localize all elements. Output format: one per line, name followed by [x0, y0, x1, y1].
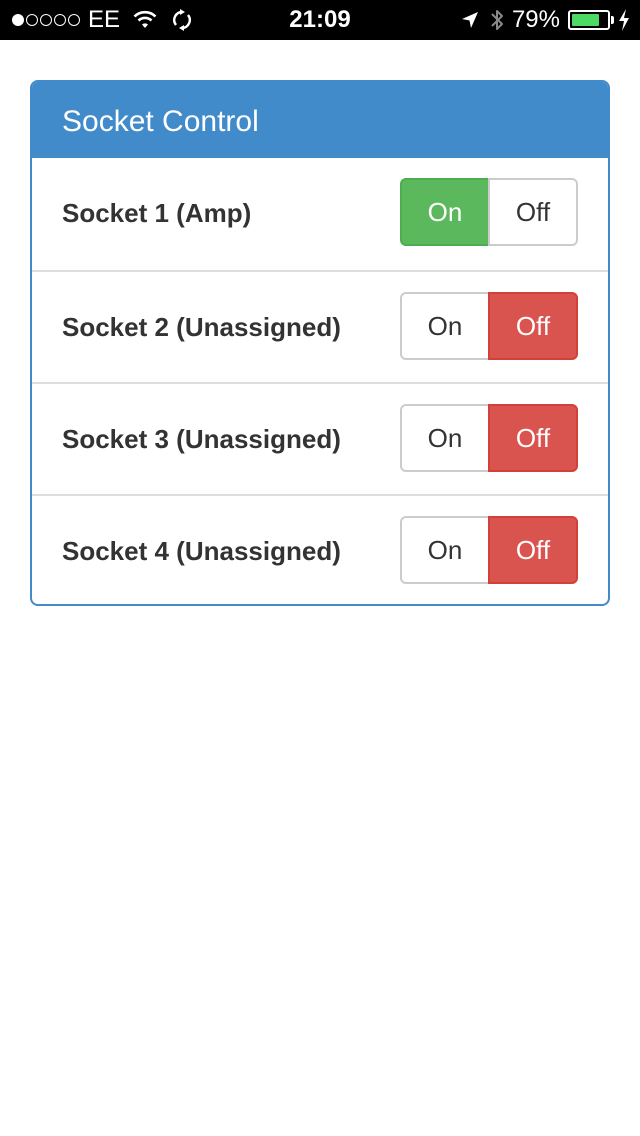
socket-toggle-group: On Off: [400, 292, 578, 360]
location-arrow-icon: [460, 10, 480, 30]
socket-on-button[interactable]: On: [400, 178, 488, 246]
socket-label: Socket 4 (Unassigned): [62, 536, 341, 566]
socket-control-panel: Socket Control Socket 1 (Amp) On Off Soc…: [30, 80, 610, 606]
socket-toggle-group: On Off: [400, 516, 578, 584]
socket-label: Socket 2 (Unassigned): [62, 312, 341, 342]
socket-off-button[interactable]: Off: [488, 292, 578, 360]
bluetooth-icon: [490, 8, 504, 32]
socket-toggle-group: On Off: [400, 404, 578, 472]
socket-toggle-group: On Off: [400, 178, 578, 246]
battery-percentage: 79%: [511, 6, 560, 33]
socket-list: Socket 1 (Amp) On Off Socket 2 (Unassign…: [32, 158, 608, 604]
socket-row: Socket 1 (Amp) On Off: [32, 158, 608, 270]
panel-title: Socket Control: [32, 82, 608, 158]
socket-on-button[interactable]: On: [400, 404, 488, 472]
socket-label: Socket 3 (Unassigned): [62, 424, 341, 454]
socket-row: Socket 2 (Unassigned) On Off: [32, 270, 608, 382]
charging-bolt-icon: [618, 9, 630, 31]
socket-row: Socket 3 (Unassigned) On Off: [32, 382, 608, 494]
socket-off-button[interactable]: Off: [488, 516, 578, 584]
battery-tip: [611, 16, 614, 24]
socket-on-button[interactable]: On: [400, 292, 488, 360]
status-bar-right: 79%: [460, 0, 630, 40]
status-bar: EE 21:09 79%: [0, 0, 640, 40]
socket-row: Socket 4 (Unassigned) On Off: [32, 494, 608, 604]
socket-on-button[interactable]: On: [400, 516, 488, 584]
battery-level-fill: [572, 14, 599, 26]
socket-off-button[interactable]: Off: [488, 178, 578, 246]
battery-icon: [568, 10, 610, 30]
socket-label: Socket 1 (Amp): [62, 198, 252, 228]
socket-off-button[interactable]: Off: [488, 404, 578, 472]
